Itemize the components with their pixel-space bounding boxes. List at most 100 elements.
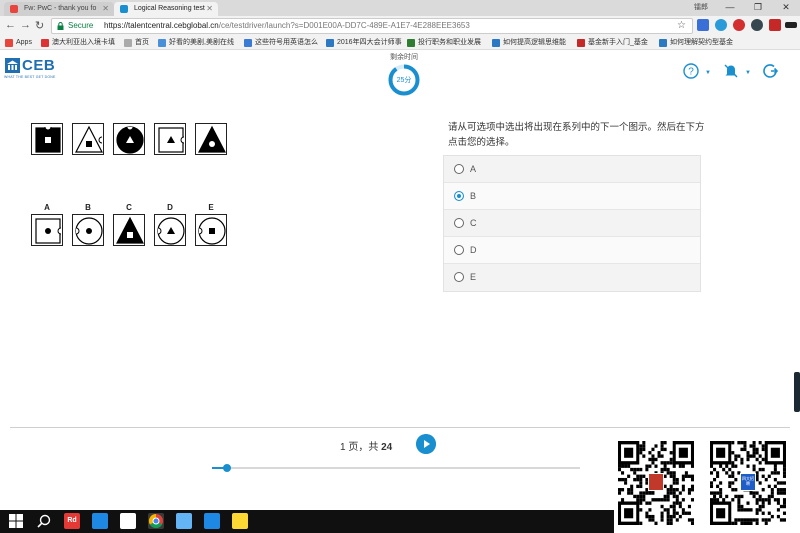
start-icon[interactable]: [8, 513, 24, 529]
bookmark-item[interactable]: Apps: [5, 37, 32, 49]
radio-button[interactable]: [454, 191, 464, 201]
help-icon[interactable]: ?: [683, 63, 699, 79]
close-tab-icon[interactable]: ✕: [206, 2, 213, 16]
apps-grid-icon: [5, 39, 13, 47]
answer-option-b[interactable]: B: [444, 183, 700, 210]
bookmark-item[interactable]: 首页: [124, 37, 149, 49]
close-tab-icon[interactable]: ✕: [102, 2, 109, 16]
bookmark-item[interactable]: 如何理解契约型基金: [659, 37, 733, 49]
qr-badge: 四大招聘: [740, 473, 756, 491]
extension-icon[interactable]: [715, 19, 727, 31]
progress-thumb: [222, 464, 231, 472]
bookmark-icon: [244, 39, 252, 47]
bookmark-label: 基金新手入门_基金: [588, 39, 648, 46]
next-button[interactable]: [416, 434, 436, 454]
figure-marker: [86, 228, 92, 234]
ceb-logo-icon: [5, 58, 20, 73]
answer-list: A B C D E: [443, 155, 701, 292]
extension-icon[interactable]: [751, 19, 763, 31]
radio-button[interactable]: [454, 164, 464, 174]
gmail-icon: [10, 5, 18, 13]
url-path: /ce/testdriver/launch?s=D001E00A-DD7C-48…: [218, 21, 470, 30]
figure-marker: [209, 228, 215, 234]
k-icon[interactable]: [204, 513, 220, 529]
url-text[interactable]: https://talentcentral.cebglobal.cn/ce/te…: [104, 21, 470, 30]
radio-button[interactable]: [454, 218, 464, 228]
bookmark-icon: [407, 39, 415, 47]
sequence-figure: [154, 123, 186, 155]
bookmark-item[interactable]: 基金新手入门_基金: [577, 37, 648, 49]
figure-outer-shape: [116, 216, 144, 244]
edge-icon[interactable]: [92, 513, 108, 529]
option-figure: [31, 214, 63, 246]
bookmark-star-icon[interactable]: ☆: [677, 20, 686, 31]
qr-code: 四大招聘: [710, 441, 786, 525]
page-separator: 页，共: [348, 442, 379, 453]
bookmark-icon: [158, 39, 166, 47]
scrollbar-thumb[interactable]: [794, 372, 800, 412]
page-indicator: 1 页，共 24: [340, 438, 410, 453]
profile-name[interactable]: 镭郎: [694, 2, 708, 12]
chevron-down-icon[interactable]: ▼: [705, 70, 711, 76]
extension-icon[interactable]: [769, 19, 781, 31]
option-figure-label: A: [44, 203, 50, 212]
bookmark-label: 澳大利亚出入境卡填: [52, 39, 115, 46]
address-bar[interactable]: Secure https://talentcentral.cebglobal.c…: [51, 18, 693, 34]
progress-track: [212, 467, 580, 469]
chrome-icon[interactable]: [148, 513, 164, 529]
bird-icon[interactable]: [176, 513, 192, 529]
answer-option-d[interactable]: D: [444, 237, 700, 264]
opera-icon[interactable]: [733, 19, 745, 31]
search-icon[interactable]: [36, 513, 52, 529]
figure-marker: [45, 228, 51, 234]
answer-label: B: [470, 191, 477, 201]
answer-option-e[interactable]: E: [444, 264, 700, 291]
bookmark-label: 好看的美剧,美剧在线: [169, 39, 234, 46]
bookmark-item[interactable]: 这些符号用英语怎么: [244, 37, 318, 49]
figure-notch: [198, 227, 203, 235]
radio-button[interactable]: [454, 272, 464, 282]
close-window-icon[interactable]: ✕: [772, 2, 800, 13]
secure-label: Secure: [68, 21, 94, 30]
bookmark-item[interactable]: 好看的美剧,美剧在线: [158, 37, 234, 49]
back-icon[interactable]: ←: [5, 19, 16, 31]
browser-toolbar: ← → ↻ Secure https://talentcentral.cebgl…: [0, 16, 800, 36]
option-figure-label: D: [167, 203, 173, 212]
option-figure-label: E: [208, 203, 214, 212]
app-header: CEB WHAT THE BEST GET DONE 剩余时间 25分 ? ▼ …: [0, 50, 800, 106]
minimize-icon[interactable]: —: [716, 2, 744, 12]
bookmark-item[interactable]: 2016年四大会计师事: [326, 37, 402, 49]
tab-logical-reasoning[interactable]: Logical Reasoning test ✕: [114, 2, 218, 16]
mute-icon[interactable]: [723, 63, 739, 79]
bookmarks-bar: Apps 澳大利亚出入境卡填 首页 好看的美剧,美剧在线 这些符号用英语怎么 2…: [0, 36, 800, 50]
bookmark-item[interactable]: 如何提高逻辑思维能: [492, 37, 566, 49]
store-icon[interactable]: [120, 513, 136, 529]
forward-icon[interactable]: →: [20, 19, 31, 31]
app-icon[interactable]: Rd: [64, 513, 80, 529]
figure-marker: [45, 137, 51, 143]
chevron-down-icon[interactable]: ▼: [745, 70, 751, 76]
reload-icon[interactable]: ↻: [35, 19, 44, 32]
photos-icon[interactable]: [232, 513, 248, 529]
bookmark-item[interactable]: 澳大利亚出入境卡填: [41, 37, 115, 49]
sequence-figure: [72, 123, 104, 155]
sequence-figure: [31, 123, 63, 155]
total-pages: 24: [381, 442, 393, 453]
browser-tab-bar: Fw: PwC - thank you fo ✕ Logical Reasoni…: [0, 0, 800, 16]
exit-icon[interactable]: [763, 63, 779, 79]
extension-icon[interactable]: [785, 22, 797, 28]
qr-badge: [648, 473, 664, 491]
radio-button[interactable]: [454, 245, 464, 255]
answer-option-c[interactable]: C: [444, 210, 700, 237]
option-figure: [154, 214, 186, 246]
maximize-icon[interactable]: ❐: [744, 2, 772, 13]
bookmark-item[interactable]: 投行职务和职业发展: [407, 37, 481, 49]
option-figure-label: C: [126, 203, 132, 212]
extension-icon[interactable]: [697, 19, 709, 31]
answer-option-a[interactable]: A: [444, 156, 700, 183]
ceb-logo-text: CEB: [22, 57, 56, 74]
option-figure: [72, 214, 104, 246]
figure-notch: [75, 227, 80, 235]
bookmark-icon: [492, 39, 500, 47]
tab-pwc[interactable]: Fw: PwC - thank you fo ✕: [4, 2, 114, 16]
